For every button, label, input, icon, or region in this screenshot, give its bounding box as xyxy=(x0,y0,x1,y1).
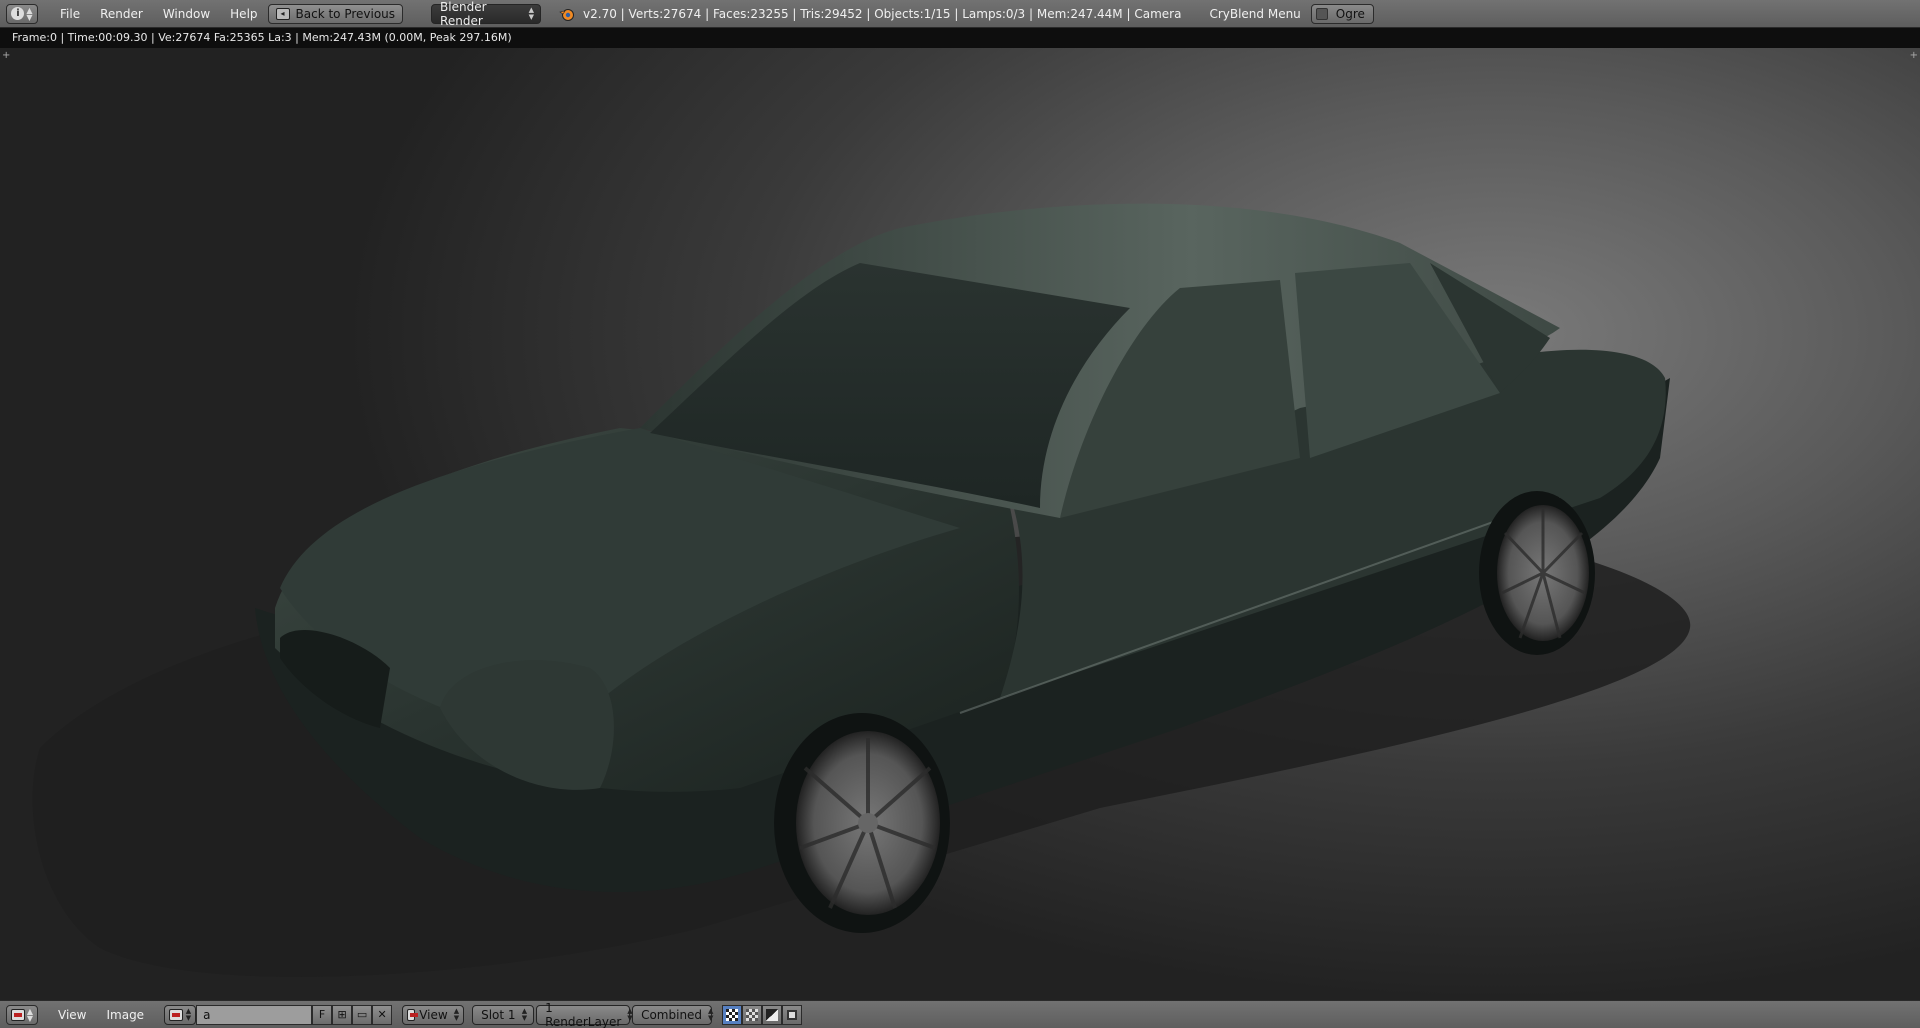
menu-view[interactable]: View xyxy=(48,1008,96,1022)
image-editor-icon xyxy=(10,1008,25,1021)
draw-image-button[interactable] xyxy=(742,1004,763,1025)
blender-logo-icon xyxy=(559,8,575,21)
open-image-button[interactable]: ▭ xyxy=(352,1004,373,1025)
editor-type-selector-bottom[interactable]: ▲ ▼ xyxy=(6,1004,38,1025)
image-editor-header: ▲ ▼ View Image ▲ ▼ a F ⊞ ▭ ✕ View ▲ ▼ Slot … xyxy=(0,1000,1920,1028)
menu-render[interactable]: Render xyxy=(90,7,153,21)
render-info-bar: Frame:0 | Time:00:09.30 | Ve:27674 Fa:25… xyxy=(0,28,1920,48)
rendered-car-image xyxy=(32,203,1691,977)
new-image-button[interactable]: ⊞ xyxy=(332,1004,353,1025)
render-layer-dropdown[interactable]: 1 RenderLayer ▲ ▼ xyxy=(536,1001,633,1028)
chevron-updown-icon: ▲ ▼ xyxy=(185,1006,192,1022)
checker-icon xyxy=(746,1008,759,1021)
scene-stats: v2.70 | Verts:27674 | Faces:23255 | Tris… xyxy=(583,6,1182,21)
view-mode-dropdown[interactable]: View ▲ ▼ xyxy=(402,1004,465,1025)
render-engine-dropdown[interactable]: Blender Render ▲ ▼ xyxy=(431,0,542,28)
render-pass-dropdown[interactable]: Combined ▲ ▼ xyxy=(632,1004,714,1025)
ogre-toggle[interactable]: Ogre xyxy=(1310,3,1374,24)
back-to-previous-label: Back to Previous xyxy=(295,6,396,21)
draw-zbuffer-button[interactable] xyxy=(782,1004,803,1025)
menu-image[interactable]: Image xyxy=(96,1008,154,1022)
draw-image-alpha-button[interactable] xyxy=(722,1004,743,1025)
render-pass-label: Combined xyxy=(641,1007,703,1022)
chevron-updown-icon: ▲ ▼ xyxy=(521,1006,528,1022)
zbuffer-icon xyxy=(787,1009,798,1020)
info-icon: i xyxy=(11,7,25,20)
chevron-updown-icon: ▲ ▼ xyxy=(26,5,33,22)
close-icon: ✕ xyxy=(377,1008,387,1021)
view-mode-label: View xyxy=(419,1007,448,1022)
top-header: i ▲ ▼ File Render Window Help ◂ Back to P… xyxy=(0,0,1920,28)
chevron-updown-icon: ▲ ▼ xyxy=(708,1006,714,1022)
plus-icon: ⊞ xyxy=(337,1008,347,1021)
image-browse-button[interactable]: ▲ ▼ xyxy=(164,1004,197,1025)
back-icon: ◂ xyxy=(275,7,290,20)
slot-dropdown[interactable]: Slot 1 ▲ ▼ xyxy=(472,1004,535,1025)
fake-user-button[interactable]: F xyxy=(312,1004,333,1025)
slot-label: Slot 1 xyxy=(481,1007,516,1022)
cryblend-menu[interactable]: CryBlend Menu xyxy=(1205,7,1304,21)
render-engine-label: Blender Render xyxy=(440,0,487,28)
editor-type-selector[interactable]: i ▲ ▼ xyxy=(6,3,38,24)
render-result-viewport[interactable]: + + xyxy=(0,48,1920,1000)
ogre-label: Ogre xyxy=(1335,6,1365,21)
checker-alpha-icon xyxy=(726,1008,739,1021)
folder-icon: ▭ xyxy=(356,1008,368,1021)
menu-window[interactable]: Window xyxy=(153,7,220,21)
alpha-gradient-icon xyxy=(766,1008,779,1021)
chevron-updown-icon: ▲ ▼ xyxy=(453,1006,460,1022)
back-to-previous-button[interactable]: ◂ Back to Previous xyxy=(267,3,404,24)
view-icon xyxy=(407,1008,419,1021)
menu-file[interactable]: File xyxy=(50,7,90,21)
render-layer-label: 1 RenderLayer xyxy=(545,1000,622,1028)
image-browse-icon xyxy=(169,1008,184,1021)
chevron-updown-icon: ▲ ▼ xyxy=(26,1006,34,1023)
unlink-image-button[interactable]: ✕ xyxy=(372,1004,393,1025)
chevron-updown-icon: ▲ ▼ xyxy=(528,5,535,21)
draw-alpha-only-button[interactable] xyxy=(762,1004,783,1025)
image-name-field[interactable]: a xyxy=(196,1004,313,1025)
checkbox-icon xyxy=(1315,7,1328,20)
menu-help[interactable]: Help xyxy=(220,7,267,21)
